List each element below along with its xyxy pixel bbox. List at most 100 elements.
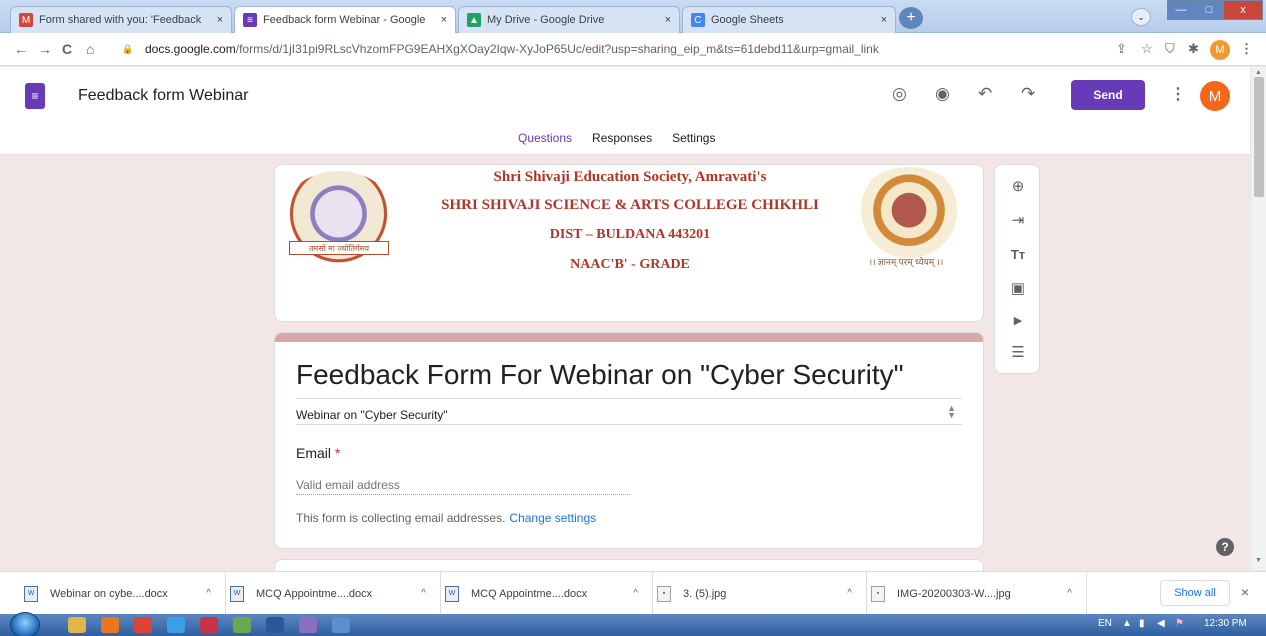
url-domain: docs.google.com (145, 42, 236, 56)
back-icon[interactable]: ← (14, 41, 28, 57)
customize-theme-palette-icon[interactable]: ◎ (892, 84, 907, 104)
close-tab-icon[interactable]: × (665, 14, 671, 26)
browser-tab[interactable]: M Form shared with you: 'Feedback × (10, 6, 232, 33)
add-video-icon[interactable]: ▶ (1009, 311, 1027, 329)
download-filename: MCQ Appointme....docx (471, 587, 588, 600)
download-options-chevron-icon[interactable]: ^ (206, 588, 211, 599)
download-shelf: W Webinar on cybe....docx ^ W MCQ Appointme.… (0, 571, 1266, 615)
tab-responses[interactable]: Responses (592, 131, 652, 145)
form-title-card: Feedback Form For Webinar on "Cyber Secu… (274, 332, 984, 549)
add-title-icon[interactable]: Tт (1009, 245, 1027, 263)
send-button[interactable]: Send (1071, 80, 1145, 110)
app-icon[interactable] (200, 617, 218, 633)
browser-tab[interactable]: ≡ Feedback form Webinar - Google × (234, 6, 456, 33)
tab-questions[interactable]: Questions (518, 131, 572, 145)
extensions-puzzle-icon[interactable]: ✱ (1188, 41, 1199, 57)
help-icon[interactable]: ? (1216, 538, 1234, 556)
form-description-field[interactable]: Webinar on "Cyber Security" ▲ ▼ (296, 398, 962, 425)
start-button[interactable] (10, 612, 40, 636)
reload-icon[interactable]: C (62, 41, 72, 57)
download-options-chevron-icon[interactable]: ^ (1067, 588, 1072, 599)
email-question-label: Email * (296, 445, 340, 461)
share-icon[interactable]: ⇪ (1116, 41, 1127, 57)
page-scrollbar[interactable]: ▲ ▼ (1250, 67, 1266, 570)
society-name: Shri Shivaji Education Society, Amravati… (493, 169, 767, 185)
close-window-button[interactable]: x (1223, 0, 1263, 20)
close-tab-icon[interactable]: × (441, 14, 447, 26)
lock-icon[interactable]: 🔒 (122, 44, 133, 55)
download-item[interactable]: W MCQ Appointme....docx ^ (226, 572, 441, 615)
ie-icon[interactable] (167, 617, 185, 633)
media-icon[interactable] (101, 617, 119, 633)
download-item[interactable]: W MCQ Appointme....docx ^ (441, 572, 653, 615)
tab-settings[interactable]: Settings (672, 131, 715, 145)
url-field[interactable]: docs.google.com/forms/d/1jI31pi9RLscVhzo… (145, 42, 879, 56)
app2-icon[interactable] (332, 617, 350, 633)
download-filename: Webinar on cybe....docx (50, 587, 168, 600)
google-forms-logo-icon[interactable]: ≡ (25, 83, 45, 109)
download-filename: MCQ Appointme....docx (256, 587, 373, 600)
new-tab-button[interactable]: + (899, 7, 923, 29)
download-options-chevron-icon[interactable]: ^ (847, 588, 852, 599)
email-field[interactable] (296, 475, 630, 495)
chrome-icon[interactable] (134, 617, 152, 633)
browser-profile-avatar[interactable]: M (1210, 40, 1230, 60)
tab-search-icon[interactable]: ⌄ (1131, 8, 1151, 26)
naac-grade: NAAC'B' - GRADE (570, 257, 690, 272)
add-section-icon[interactable]: ☰ (1009, 343, 1027, 361)
browser-tab[interactable]: ▲ My Drive - Google Drive × (458, 6, 680, 33)
input-language[interactable]: EN (1098, 618, 1112, 629)
home-icon[interactable]: ⌂ (86, 41, 94, 57)
scrollbar-thumb[interactable] (1254, 77, 1264, 197)
flag-icon[interactable]: ⚑ (1175, 618, 1184, 629)
close-tab-icon[interactable]: × (881, 14, 887, 26)
maximize-button[interactable]: □ (1195, 0, 1223, 20)
drive-icon: ▲ (467, 13, 481, 27)
tab-title: Form shared with you: 'Feedback (39, 14, 202, 26)
email-label-text: Email (296, 445, 332, 461)
undo-icon[interactable]: ↶ (978, 84, 992, 104)
extension-shield-icon[interactable]: ⛉ (1165, 41, 1175, 57)
show-all-button[interactable]: Show all (1160, 580, 1230, 606)
windows-taskbar: EN ▲ ▮ ◀ ⚑ 12:30 PM (0, 612, 1266, 636)
tool-icon[interactable] (299, 617, 317, 633)
browser-tab[interactable]: C Google Sheets × (682, 6, 896, 33)
browser-menu-icon[interactable]: ⋮ (1240, 41, 1253, 57)
add-question-icon[interactable]: ⊕ (1009, 177, 1027, 195)
network-signal-icon[interactable]: ▮ (1139, 618, 1145, 629)
preview-eye-icon[interactable]: ◉ (935, 84, 950, 104)
close-tab-icon[interactable]: × (217, 14, 223, 26)
address-bar: ← → C ⌂ 🔒 docs.google.com/forms/d/1jI31p… (0, 33, 1266, 66)
image-file-icon: ▪ (657, 585, 671, 602)
form-header-image: तमसो मा ज्योतिर्गमय ।। ज्ञानम् परम् ध्ये… (274, 164, 984, 322)
account-avatar[interactable]: M (1200, 81, 1230, 111)
bookmark-star-icon[interactable]: ☆ (1141, 41, 1153, 57)
change-settings-link[interactable]: Change settings (509, 511, 596, 525)
clock-time[interactable]: 12:30 PM (1204, 618, 1247, 629)
download-item[interactable]: ▪ IMG-20200303-W....jpg ^ (867, 572, 1087, 615)
word-icon[interactable] (266, 617, 284, 633)
form-document-title[interactable]: Feedback form Webinar (78, 87, 248, 105)
form-editor-tabs: Questions Responses Settings (518, 131, 715, 145)
download-options-chevron-icon[interactable]: ^ (633, 588, 638, 599)
redo-icon[interactable]: ↷ (1021, 84, 1035, 104)
minimize-button[interactable]: — (1167, 0, 1195, 20)
download-item[interactable]: W Webinar on cybe....docx ^ (20, 572, 226, 615)
import-questions-icon[interactable]: ⇥ (1009, 211, 1027, 229)
scroll-down-arrow-icon[interactable]: ▼ (1255, 557, 1262, 564)
required-asterisk: * (334, 445, 341, 461)
download-options-chevron-icon[interactable]: ^ (421, 588, 426, 599)
resize-spinner-icon[interactable]: ▲ ▼ (947, 404, 956, 420)
forward-icon[interactable]: → (38, 41, 52, 57)
paint-icon[interactable] (233, 617, 251, 633)
download-item[interactable]: ▪ 3. (5).jpg ^ (653, 572, 867, 615)
download-filename: IMG-20200303-W....jpg (897, 587, 1011, 600)
volume-icon[interactable]: ◀ (1157, 618, 1165, 629)
tray-arrow-icon[interactable]: ▲ (1122, 618, 1132, 629)
scroll-up-arrow-icon[interactable]: ▲ (1255, 69, 1262, 76)
explorer-icon[interactable] (68, 617, 86, 633)
form-title[interactable]: Feedback Form For Webinar on "Cyber Secu… (296, 359, 904, 391)
more-options-icon[interactable]: ⋮ (1170, 84, 1186, 104)
add-image-icon[interactable]: ▣ (1009, 279, 1027, 297)
close-download-shelf-icon[interactable]: × (1241, 584, 1249, 600)
